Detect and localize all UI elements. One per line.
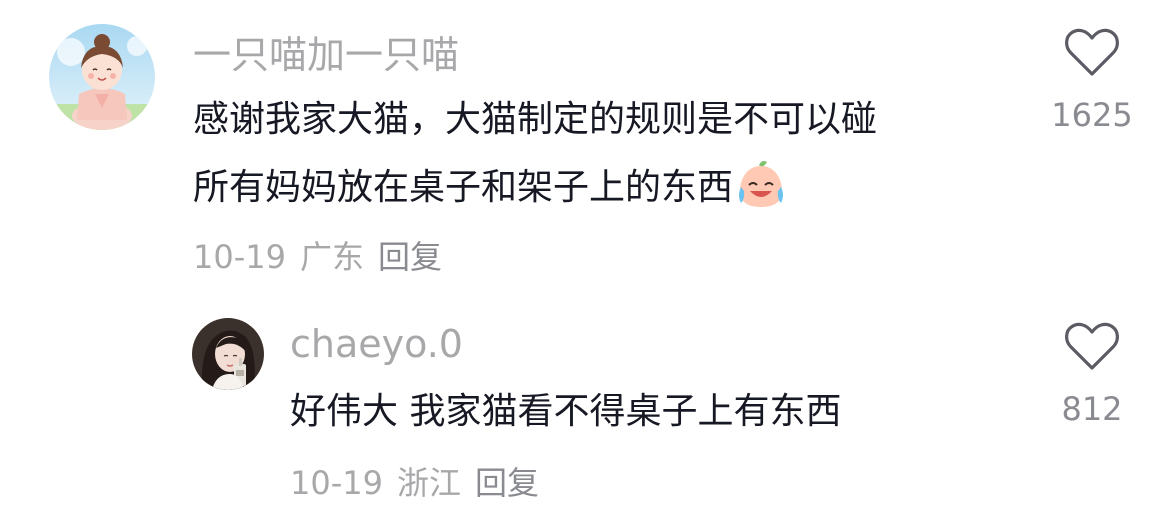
- reply-button[interactable]: 回复: [475, 464, 539, 502]
- comment-text-line: 好伟大 我家猫看不得桌子上有东西: [290, 391, 842, 432]
- like-control[interactable]: 812: [1032, 322, 1152, 428]
- comment-username[interactable]: chaeyo.0: [290, 322, 463, 366]
- comment-location: 广东: [299, 238, 364, 276]
- comment-location: 浙江: [396, 464, 461, 502]
- comment-date: 10-19: [290, 464, 383, 502]
- heart-outline-icon[interactable]: [1064, 322, 1120, 372]
- comment-meta: 10-19 广东 回复: [193, 232, 456, 278]
- like-count: 812: [1061, 390, 1123, 428]
- avatar[interactable]: [192, 318, 264, 390]
- comment-text: 好伟大 我家猫看不得桌子上有东西: [290, 378, 1010, 446]
- reply-button[interactable]: 回复: [378, 238, 442, 276]
- photo-avatar: [192, 318, 264, 390]
- comment-date: 10-19: [193, 238, 286, 276]
- reply-comment-item: chaeyo.0 好伟大 我家猫看不得桌子上有东西 10-19 浙江 回复 812: [0, 0, 1170, 502]
- comment-meta: 10-19 浙江 回复: [290, 458, 553, 504]
